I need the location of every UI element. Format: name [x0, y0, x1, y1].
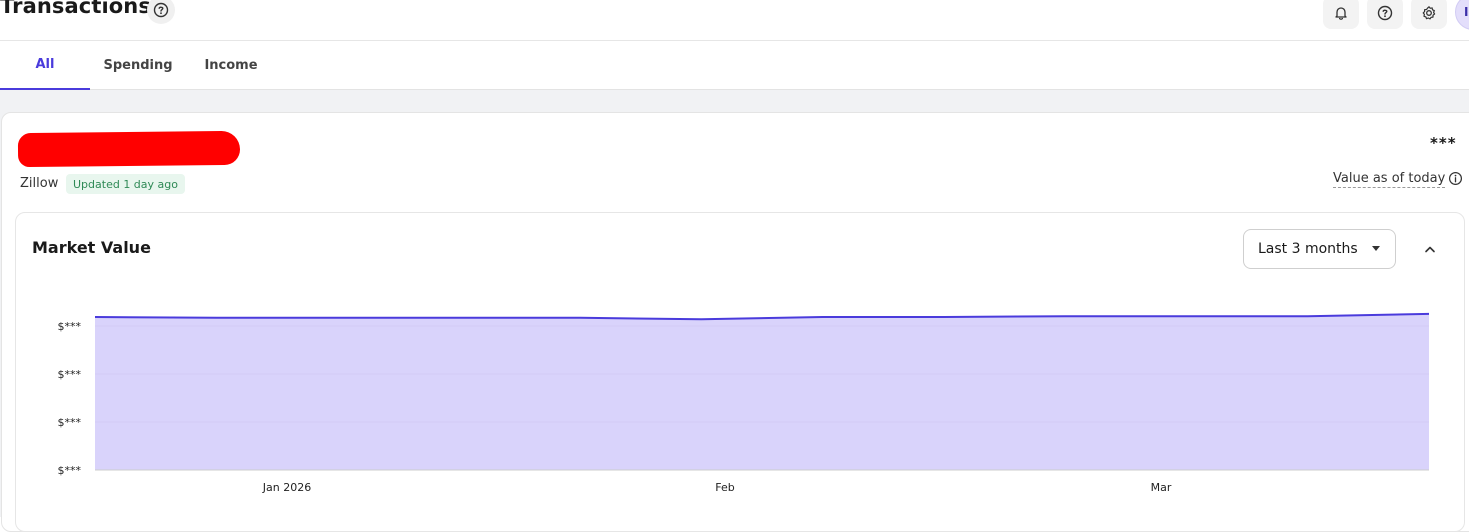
property-value: ***	[1430, 134, 1457, 152]
notifications-button[interactable]	[1323, 0, 1359, 29]
info-icon[interactable]	[1448, 171, 1463, 186]
valuation-source: Zillow	[20, 176, 59, 191]
tab-all[interactable]: All	[0, 41, 90, 90]
collapse-button[interactable]	[1417, 238, 1443, 260]
market-value-title: Market Value	[32, 238, 151, 257]
page-title: Transactions	[0, 0, 151, 18]
top-bar	[0, 0, 1469, 41]
help-button[interactable]	[1367, 0, 1403, 29]
bell-icon	[1335, 6, 1347, 20]
avatar-initial: I	[1464, 5, 1469, 19]
tab-income[interactable]: Income	[198, 41, 264, 90]
value-as-of-today-link[interactable]: Value as of today	[1333, 170, 1446, 188]
help-circle-icon	[1377, 5, 1393, 20]
caret-down-icon	[1372, 246, 1380, 251]
chevron-up-icon	[1425, 246, 1435, 253]
tab-bar: All Spending Income	[0, 41, 1469, 90]
help-circle-icon	[153, 2, 169, 18]
gear-icon	[1422, 5, 1436, 19]
tab-spending[interactable]: Spending	[98, 41, 178, 90]
settings-button[interactable]	[1411, 0, 1447, 29]
updated-badge: Updated 1 day ago	[66, 174, 185, 194]
redacted-property-name	[17, 130, 241, 168]
time-range-label: Last 3 months	[1258, 241, 1358, 257]
